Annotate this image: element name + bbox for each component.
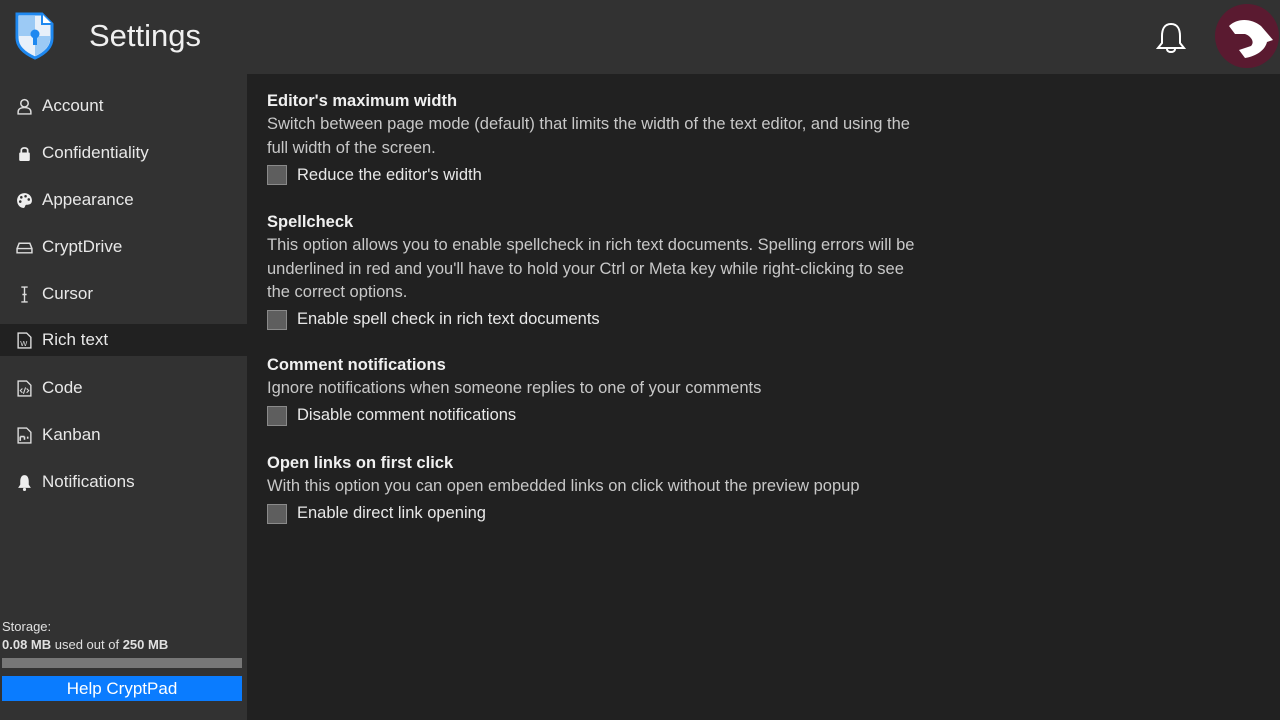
rich-text-file-icon: W (17, 331, 32, 349)
user-icon (17, 98, 32, 115)
checkbox-box[interactable] (267, 503, 287, 524)
setting-section: Open links on first click With this opti… (267, 452, 927, 524)
storage-bar (2, 658, 242, 668)
cryptpad-logo-icon[interactable] (14, 10, 56, 60)
sidebar-item-rich-text[interactable]: W Rich text (0, 324, 247, 356)
setting-description: Ignore notifications when someone replie… (267, 379, 762, 397)
sidebar-item-kanban[interactable]: Kanban (0, 419, 247, 451)
storage-info: Storage: 0.08 MB used out of 250 MB (2, 618, 168, 654)
storage-text: used out of (51, 637, 123, 652)
drive-icon (16, 242, 33, 254)
setting-section: Comment notifications Ignore notificatio… (267, 354, 927, 426)
sidebar-item-notifications[interactable]: Notifications (0, 466, 247, 498)
checkbox-label: Reduce the editor's width (297, 165, 482, 184)
checkbox-box[interactable] (267, 405, 287, 426)
sidebar-item-account[interactable]: Account (0, 90, 247, 122)
svg-text:W: W (20, 338, 27, 347)
notifications-bell-icon[interactable] (1153, 20, 1189, 56)
sidebar: Account Confidentiality Appearance Crypt… (0, 74, 247, 720)
setting-description: Switch between page mode (default) that … (267, 115, 910, 157)
setting-checkbox[interactable]: Enable direct link opening (267, 503, 927, 524)
setting-description: With this option you can open embedded l… (267, 477, 860, 495)
text-cursor-icon (21, 285, 28, 303)
sidebar-item-code[interactable]: Code (0, 372, 247, 404)
kanban-file-icon (17, 426, 32, 444)
sidebar-item-confidentiality[interactable]: Confidentiality (0, 137, 247, 169)
checkbox-box[interactable] (267, 309, 287, 330)
storage-total: 250 MB (122, 637, 169, 652)
sidebar-item-cursor[interactable]: Cursor (0, 278, 247, 310)
page-title: Settings (89, 18, 202, 53)
setting-checkbox[interactable]: Enable spell check in rich text document… (267, 309, 927, 330)
palette-icon (17, 192, 32, 208)
setting-section: Spellcheck This option allows you to ena… (267, 211, 927, 330)
setting-title: Comment notifications (267, 356, 446, 374)
setting-checkbox[interactable]: Disable comment notifications (267, 405, 927, 426)
setting-description: This option allows you to enable spellch… (267, 236, 915, 301)
help-cryptpad-button[interactable]: Help CryptPad (2, 676, 242, 701)
setting-title: Spellcheck (267, 213, 354, 231)
sidebar-item-cryptdrive[interactable]: CryptDrive (0, 231, 247, 263)
setting-title: Open links on first click (267, 454, 454, 472)
lock-icon (19, 146, 30, 161)
checkbox-label: Disable comment notifications (297, 406, 517, 424)
setting-checkbox[interactable]: Reduce the editor's width (267, 165, 927, 185)
setting-section: Editor's maximum width Switch between pa… (267, 90, 927, 185)
checkbox-label: Enable direct link opening (297, 504, 486, 522)
checkbox-box[interactable] (267, 165, 287, 185)
user-avatar[interactable] (1215, 4, 1279, 68)
checkbox-label: Enable spell check in rich text document… (297, 310, 600, 328)
storage-used: 0.08 MB (2, 637, 52, 652)
storage-label: Storage: (2, 619, 52, 634)
code-file-icon (17, 379, 32, 397)
sidebar-item-appearance[interactable]: Appearance (0, 184, 247, 216)
header: Settings (0, 0, 1280, 74)
setting-title: Editor's maximum width (267, 92, 458, 110)
avatar-image-icon (1229, 20, 1273, 58)
bell-icon (18, 474, 31, 491)
